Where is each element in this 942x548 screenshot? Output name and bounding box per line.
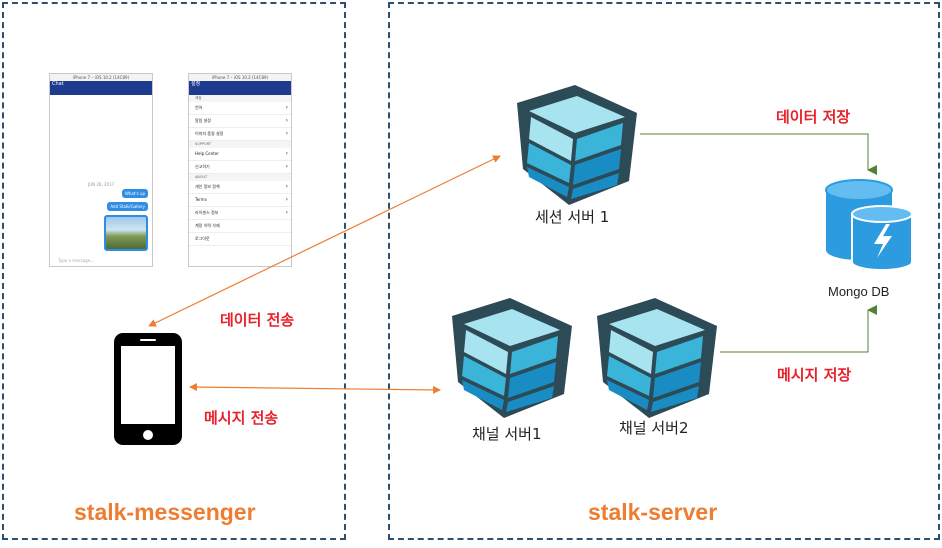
- diagram-graphics: [114, 85, 913, 445]
- channel-server-1-label: 채널 서버1: [472, 425, 542, 443]
- mongodb-label: Mongo DB: [828, 284, 890, 299]
- stalk-messenger-title: stalk-messenger: [74, 499, 256, 525]
- data-store-label: 데이터 저장: [776, 108, 851, 126]
- message-store-label: 메시지 저장: [777, 366, 852, 384]
- message-transfer-label: 메시지 전송: [204, 409, 279, 427]
- smartphone-icon: [114, 333, 182, 445]
- data-store-connector: [640, 133, 877, 175]
- message-store-connector: [720, 305, 877, 353]
- channel-server-1-icon: [452, 298, 572, 418]
- session-server-label: 세션 서버 1: [535, 208, 610, 226]
- mongodb-database-icon: [825, 179, 913, 271]
- stalk-server-title: stalk-server: [588, 499, 718, 525]
- message-transfer-arrow: [189, 383, 441, 394]
- data-transfer-label: 데이터 전송: [220, 311, 295, 329]
- data-transfer-arrow: [148, 155, 501, 327]
- session-server-icon: [517, 85, 637, 205]
- channel-server-2-icon: [597, 298, 717, 418]
- channel-server-2-label: 채널 서버2: [619, 419, 689, 437]
